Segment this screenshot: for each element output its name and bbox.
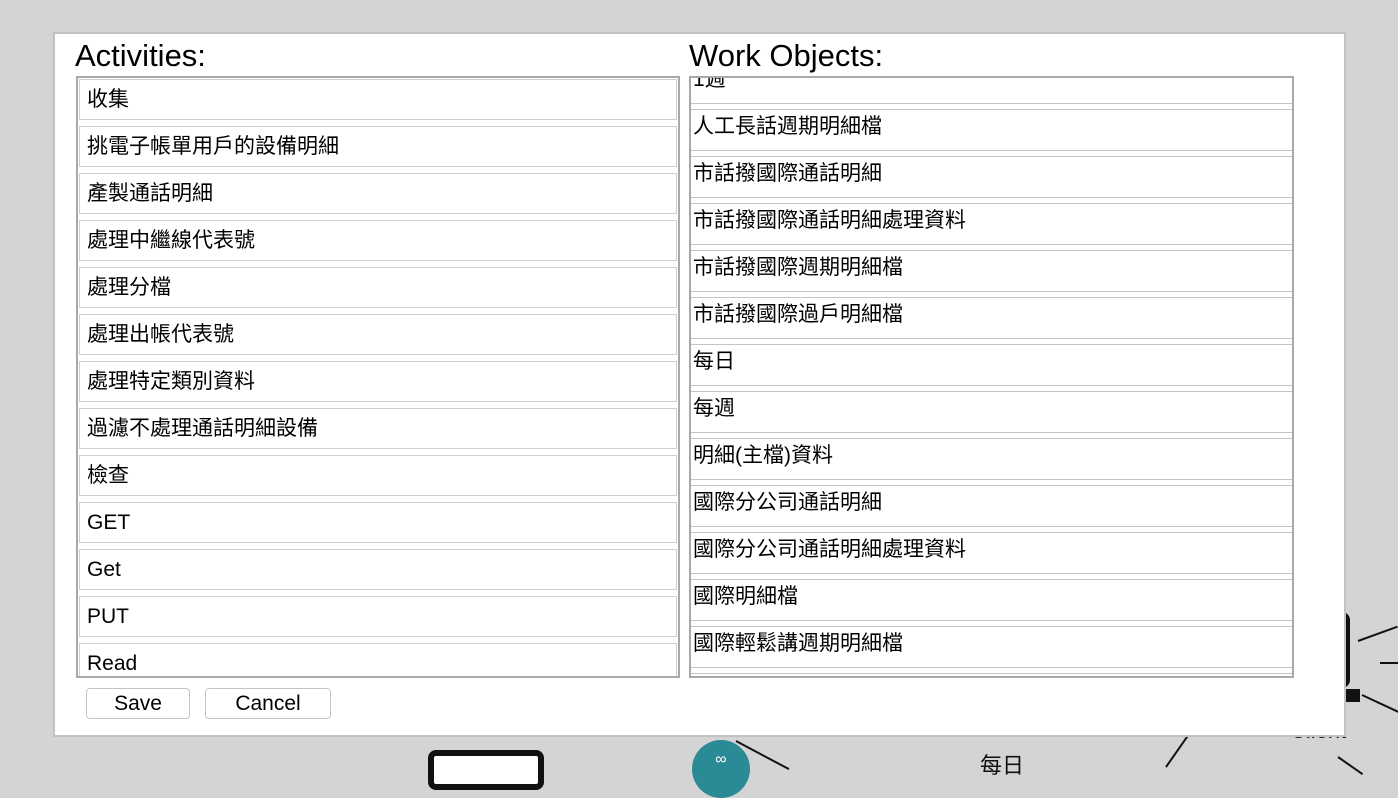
- activity-item[interactable]: 過濾不處理通話明細設備: [79, 408, 677, 449]
- diagram-edge: [1380, 662, 1398, 664]
- work-object-item[interactable]: 國際明細檔: [691, 573, 1292, 620]
- work-objects-list[interactable]: 1週 人工長話週期明細檔 市話撥國際通話明細 市話撥國際通話明細處理資料 市話撥國際週期…: [689, 76, 1294, 678]
- activity-item[interactable]: 處理特定類別資料: [79, 361, 677, 402]
- activity-item[interactable]: PUT: [79, 596, 677, 637]
- diagram-edge: [1165, 733, 1190, 768]
- work-object-item[interactable]: 1週: [691, 78, 1292, 103]
- work-object-item[interactable]: 人工長話週期明細檔: [691, 103, 1292, 150]
- diagram-node-circle: ∞: [692, 740, 750, 798]
- edit-dialog: Activities: Work Objects: 收集挑電子帳單用戶的設備明細…: [53, 32, 1346, 737]
- activities-list[interactable]: 收集挑電子帳單用戶的設備明細 產製通話明細 處理中繼線代表號 處理分檔處理出帳代表號處…: [76, 76, 680, 678]
- activities-title: Activities:: [75, 38, 206, 73]
- activity-item[interactable]: GET: [79, 502, 677, 543]
- work-object-item[interactable]: 每日: [691, 338, 1292, 385]
- work-object-item[interactable]: 明細(主檔)資料: [691, 432, 1292, 479]
- activity-item[interactable]: 產製通話明細: [79, 173, 677, 214]
- activity-item[interactable]: 檢查: [79, 455, 677, 496]
- save-button[interactable]: Save: [86, 688, 190, 719]
- activity-item[interactable]: Read: [79, 643, 677, 676]
- work-object-item[interactable]: [691, 667, 1292, 676]
- diagram-node-label: 每日: [980, 753, 1025, 778]
- activity-item[interactable]: 收集: [79, 79, 677, 120]
- activity-item[interactable]: 處理分檔: [79, 267, 677, 308]
- work-object-item[interactable]: 市話撥國際通話明細: [691, 150, 1292, 197]
- cancel-button[interactable]: Cancel: [205, 688, 331, 719]
- work-object-item[interactable]: 市話撥國際通話明細處理資料: [691, 197, 1292, 244]
- activity-item[interactable]: Get: [79, 549, 677, 590]
- work-object-item[interactable]: 每週: [691, 385, 1292, 432]
- work-object-item[interactable]: 市話撥國際週期明細檔: [691, 244, 1292, 291]
- work-object-item[interactable]: 國際分公司通話明細處理資料: [691, 526, 1292, 573]
- activity-item[interactable]: 處理中繼線代表號: [79, 220, 677, 261]
- work-objects-title: Work Objects:: [689, 38, 884, 73]
- diagram-edge: [1361, 694, 1398, 714]
- activity-item[interactable]: 挑電子帳單用戶的設備明細: [79, 126, 677, 167]
- diagram-node-box: [428, 750, 544, 790]
- work-object-item[interactable]: 市話撥國際過戶明細檔: [691, 291, 1292, 338]
- work-object-item[interactable]: 國際輕鬆講週期明細檔: [691, 620, 1292, 667]
- work-object-item[interactable]: 國際分公司通話明細: [691, 479, 1292, 526]
- diagram-edge: [1357, 625, 1398, 642]
- activity-item[interactable]: 處理出帳代表號: [79, 314, 677, 355]
